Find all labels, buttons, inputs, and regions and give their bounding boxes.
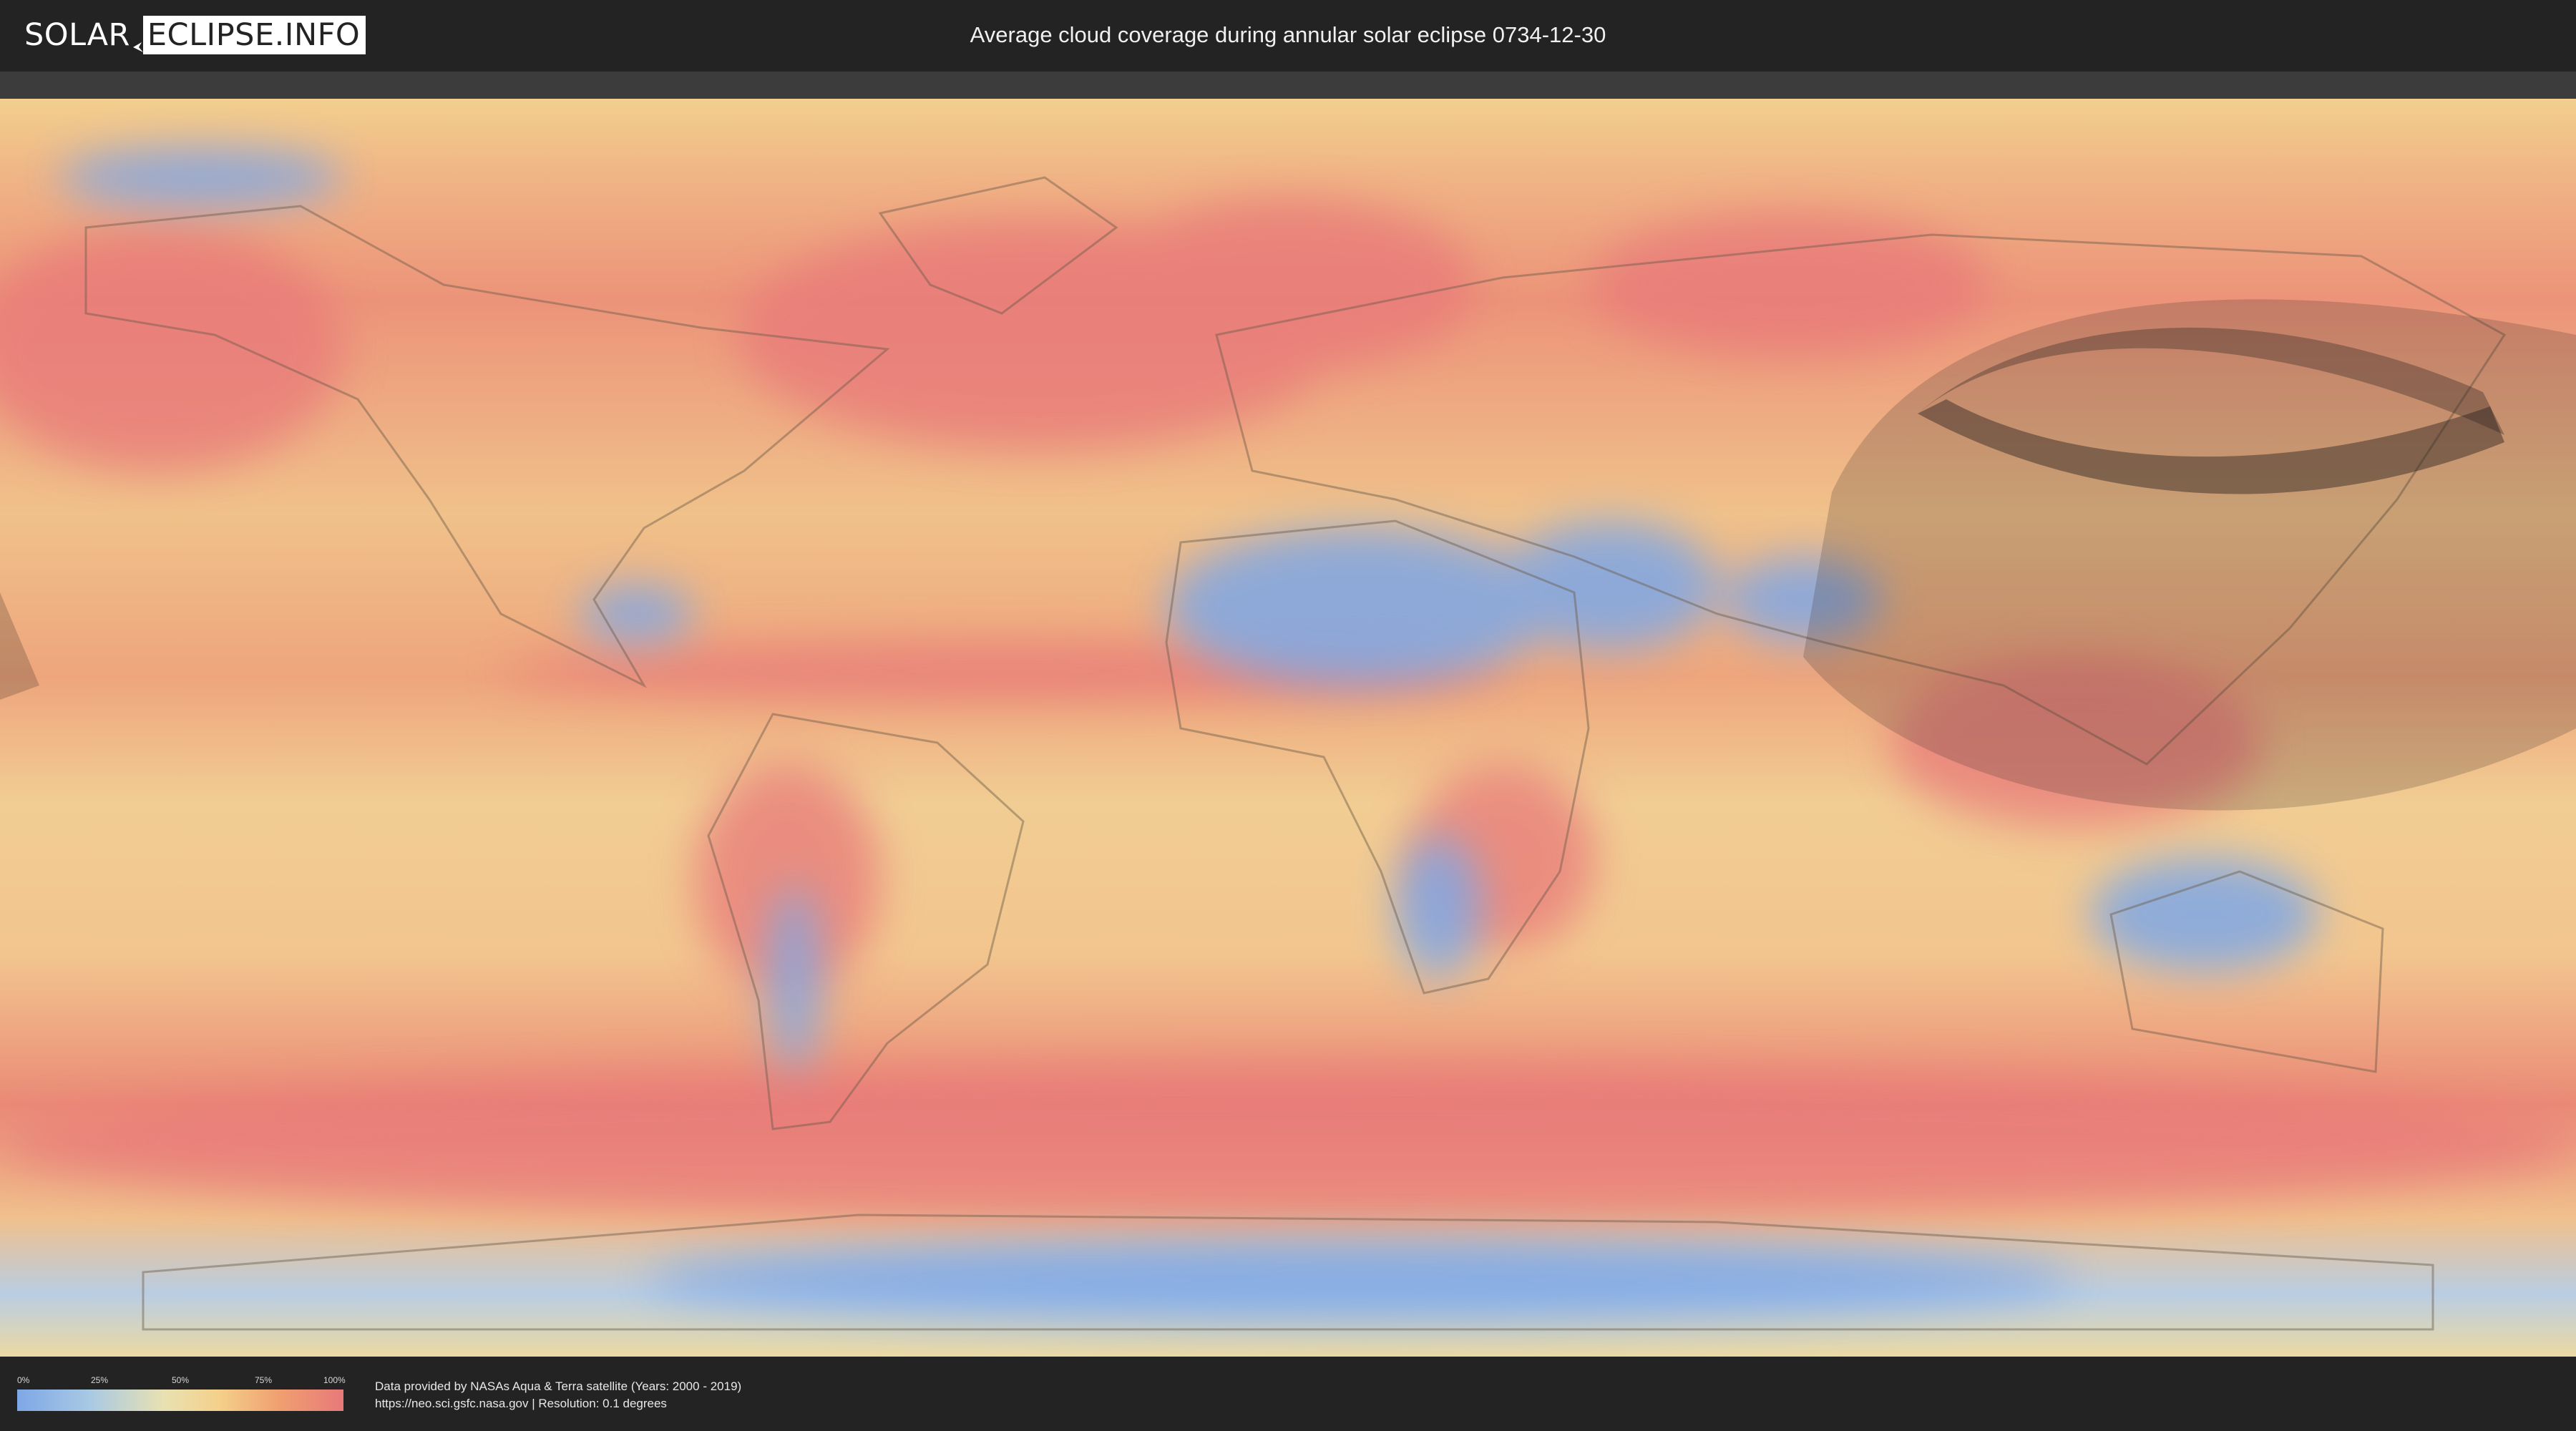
legend-color-bar <box>17 1390 343 1411</box>
site-logo[interactable]: SOLAR ECLIPSE.INFO <box>24 16 366 54</box>
logo-text-solar: SOLAR <box>24 17 130 53</box>
legend-tick-0: 0% <box>17 1375 30 1385</box>
coverage-legend: 0% 25% 50% 75% 100% <box>17 1375 346 1411</box>
legend-tick-25: 25% <box>91 1375 109 1385</box>
legend-tick-75: 75% <box>255 1375 273 1385</box>
cloud-coverage-map[interactable] <box>0 99 2576 1357</box>
eclipse-logo-icon <box>132 27 147 52</box>
page-title: Average cloud coverage during annular so… <box>970 22 1606 47</box>
toolbar-strip <box>0 72 2576 99</box>
legend-tick-100: 100% <box>323 1375 346 1385</box>
logo-text-eclipse: ECLIPSE.INFO <box>142 16 366 54</box>
legend-tick-50: 50% <box>172 1375 190 1385</box>
legend-ticks: 0% 25% 50% 75% 100% <box>17 1375 346 1390</box>
data-credits: Data provided by NASAs Aqua & Terra sate… <box>375 1378 741 1412</box>
credits-source: Data provided by NASAs Aqua & Terra sate… <box>375 1379 742 1393</box>
credits-url[interactable]: https://neo.sci.gsfc.nasa.gov | Resoluti… <box>375 1395 741 1412</box>
